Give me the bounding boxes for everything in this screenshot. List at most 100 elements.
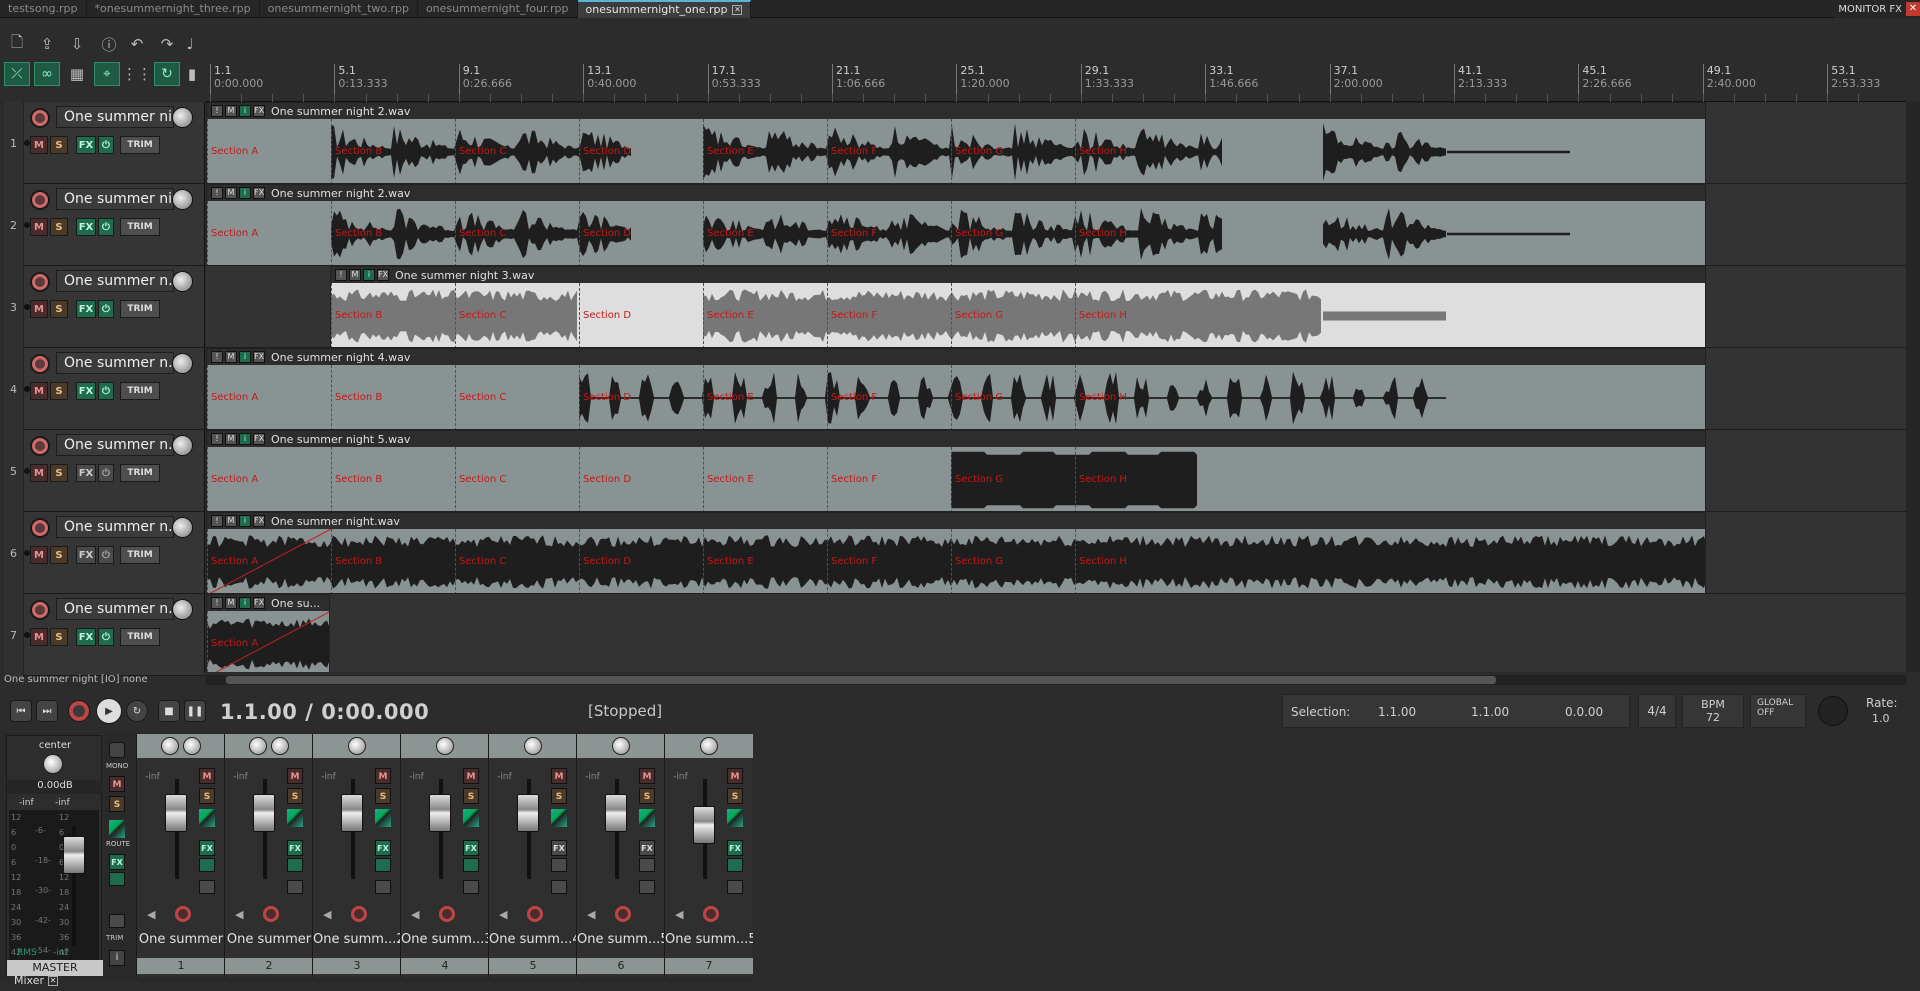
envelope-button[interactable]: [287, 880, 303, 894]
open-project-icon[interactable]: ⇪: [34, 32, 60, 56]
route-button[interactable]: [551, 809, 567, 827]
global-state[interactable]: OFF: [1757, 708, 1805, 718]
close-icon[interactable]: ✕: [1906, 2, 1920, 16]
fx-button[interactable]: FX: [76, 464, 96, 482]
pan-knob[interactable]: [700, 737, 718, 755]
rate-value[interactable]: 1.0: [1872, 712, 1890, 725]
route-button[interactable]: [375, 809, 391, 827]
time-position[interactable]: 1.1.00 / 0:00.000: [220, 700, 429, 724]
speaker-icon[interactable]: ◀: [587, 908, 595, 921]
go-to-end-button[interactable]: ⏭: [36, 700, 58, 722]
speaker-icon[interactable]: ◀: [499, 908, 507, 921]
item-lock-icon[interactable]: !: [211, 187, 223, 199]
item-info-button[interactable]: i: [239, 515, 251, 527]
track-header[interactable]: 2 One summer night MS FX⏻ TRIM: [4, 184, 204, 266]
record-arm-button[interactable]: [703, 906, 719, 922]
fx-bypass-icon[interactable]: [639, 858, 655, 872]
fx-bypass-icon[interactable]: ⏻: [98, 300, 114, 318]
ruler-marker[interactable]: 25.1 1:20.000: [956, 64, 1010, 102]
mono-icon[interactable]: [109, 742, 125, 758]
fx-button[interactable]: FX: [287, 840, 303, 856]
item-lock-icon[interactable]: !: [211, 597, 223, 609]
master-mute-button[interactable]: M: [109, 776, 125, 792]
item-info-button[interactable]: i: [363, 269, 375, 281]
pause-button[interactable]: ❚❚: [184, 700, 206, 722]
volume-knob[interactable]: [172, 599, 193, 620]
pan-knob[interactable]: [348, 737, 366, 755]
fx-button[interactable]: FX: [463, 840, 479, 856]
record-arm-button[interactable]: [351, 906, 367, 922]
solo-button[interactable]: S: [551, 788, 567, 804]
fx-button[interactable]: FX: [76, 300, 96, 318]
speaker-icon[interactable]: ◀: [411, 908, 419, 921]
mute-button[interactable]: M: [727, 768, 743, 784]
ruler-marker[interactable]: 13.1 0:40.000: [583, 64, 636, 102]
route-button[interactable]: [463, 809, 479, 827]
mute-button[interactable]: M: [30, 218, 48, 236]
time-signature[interactable]: 4/4: [1638, 694, 1676, 728]
volume-knob[interactable]: [172, 271, 193, 292]
fx-button[interactable]: FX: [375, 840, 391, 856]
master-info-button[interactable]: i: [109, 950, 125, 966]
mixer-tab-label[interactable]: Mixer: [14, 974, 44, 987]
project-info-icon[interactable]: ⓘ: [96, 32, 122, 56]
project-tab-label[interactable]: onesummernight_two.rpp: [268, 0, 409, 18]
undo-icon[interactable]: ↶: [124, 32, 150, 56]
fx-bypass-icon[interactable]: [199, 858, 215, 872]
mute-button[interactable]: M: [287, 768, 303, 784]
selection-length[interactable]: 0.0.00: [1565, 705, 1603, 719]
fx-bypass-icon[interactable]: [375, 858, 391, 872]
item-lock-icon[interactable]: !: [335, 269, 347, 281]
track-name[interactable]: One summer night: [56, 188, 174, 210]
ruler-marker[interactable]: 41.1 2:13.333: [1454, 64, 1507, 102]
grid-icon[interactable]: ▦: [64, 62, 90, 86]
ruler-marker[interactable]: 21.1 1:06.666: [832, 64, 885, 102]
ruler-marker[interactable]: 5.1 0:13.333: [334, 64, 388, 102]
media-item[interactable]: ! Mi FX One summer night 5.wav Section A Sect…: [206, 430, 1706, 512]
media-item[interactable]: ! Mi FX One summer night 2.wav Section A Sect…: [206, 184, 1706, 266]
record-arm-button[interactable]: [30, 600, 50, 620]
playrate-knob[interactable]: [1818, 696, 1848, 726]
solo-button[interactable]: S: [50, 382, 68, 400]
master-pan-knob[interactable]: [43, 754, 63, 774]
selection-end[interactable]: 1.1.00: [1471, 705, 1509, 719]
track-name[interactable]: One summer n...3: [56, 352, 174, 374]
track-lane[interactable]: ! Mi FX One su... Section A: [206, 594, 1906, 672]
mute-button[interactable]: M: [199, 768, 215, 784]
ruler-marker[interactable]: 37.1 2:00.000: [1329, 64, 1383, 102]
ruler-marker[interactable]: 49.1 2:40.000: [1702, 64, 1756, 102]
fx-bypass-icon[interactable]: [463, 858, 479, 872]
volume-knob[interactable]: [172, 107, 193, 128]
master-fader[interactable]: [63, 836, 85, 874]
fx-bypass-icon[interactable]: ⏻: [98, 628, 114, 646]
fx-bypass-icon[interactable]: ⏻: [98, 546, 114, 564]
ruler-marker[interactable]: 9.1 0:26.666: [458, 64, 512, 102]
track-header[interactable]: 3 One summer n...2 MS FX⏻ TRIM: [4, 266, 204, 348]
fx-button[interactable]: FX: [199, 840, 215, 856]
project-tab[interactable]: onesummernight_four.rpp: [418, 0, 578, 18]
item-info-button[interactable]: i: [239, 187, 251, 199]
fx-bypass-icon[interactable]: ⏻: [98, 218, 114, 236]
project-tab[interactable]: onesummernight_two.rpp: [260, 0, 418, 18]
ripple-edit-icon[interactable]: ⤫: [4, 62, 30, 86]
bpm-box[interactable]: BPM 72: [1682, 694, 1744, 728]
record-arm-button[interactable]: [30, 518, 50, 538]
item-fx-button[interactable]: FX: [253, 351, 265, 363]
volume-knob[interactable]: [172, 435, 193, 456]
speaker-icon[interactable]: ◀: [323, 908, 331, 921]
media-item[interactable]: ! Mi FX One summer night 2.wav Section A Sect…: [206, 102, 1706, 184]
item-mute-button[interactable]: M: [225, 597, 237, 609]
fx-button[interactable]: FX: [76, 218, 96, 236]
item-mute-button[interactable]: M: [225, 187, 237, 199]
ruler-marker[interactable]: 29.1 1:33.333: [1080, 64, 1134, 102]
track-lane[interactable]: ! Mi FX One summer night 2.wav Section A Sect…: [206, 184, 1906, 266]
solo-button[interactable]: S: [50, 136, 68, 154]
new-project-icon[interactable]: 🗋: [4, 32, 30, 56]
pan-knob[interactable]: [612, 737, 630, 755]
fx-button[interactable]: FX: [76, 382, 96, 400]
solo-button[interactable]: S: [287, 788, 303, 804]
item-fx-button[interactable]: FX: [377, 269, 389, 281]
media-item[interactable]: ! Mi FX One summer night 3.wav Section B Sect…: [330, 266, 1706, 348]
item-fx-button[interactable]: FX: [253, 187, 265, 199]
master-route-button[interactable]: [109, 820, 125, 838]
